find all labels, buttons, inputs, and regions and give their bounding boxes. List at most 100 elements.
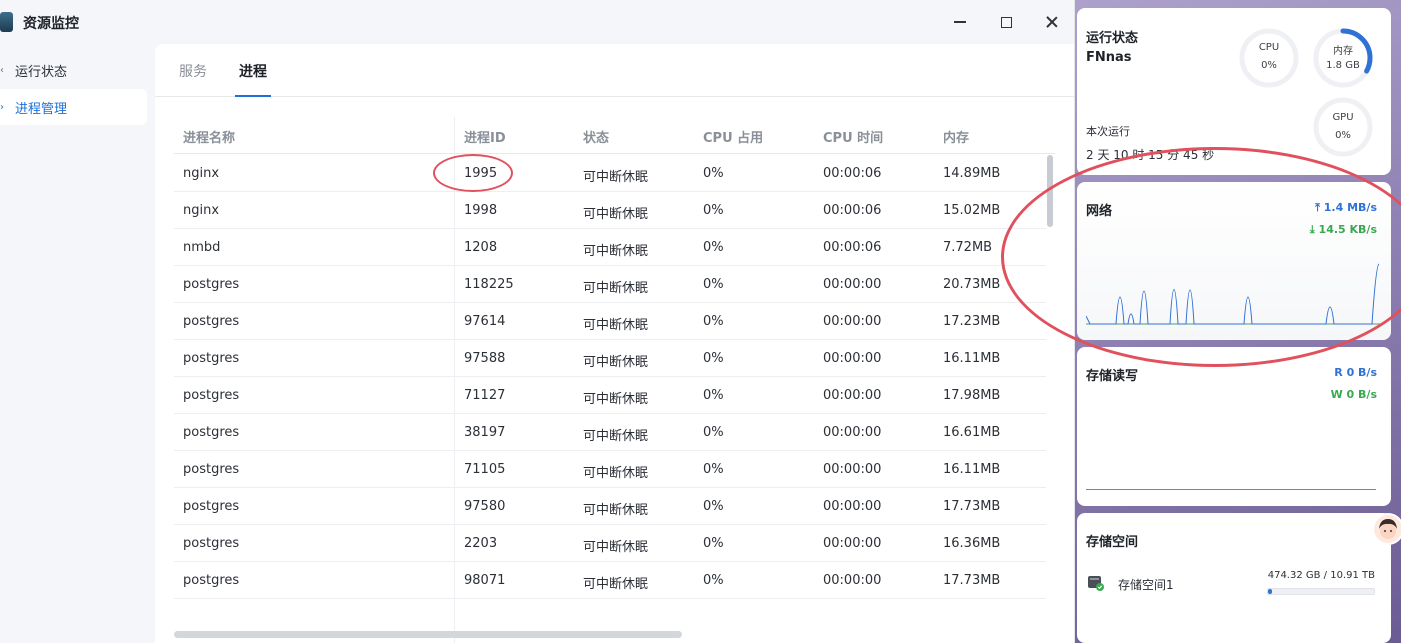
minimize-button[interactable] [946, 8, 974, 36]
network-widget-title: 网络 [1086, 204, 1113, 219]
cell-process-id: 71127 [464, 388, 506, 403]
cell-cpu-time: 00:00:00 [823, 462, 882, 477]
cell-cpu-usage: 0% [703, 203, 724, 218]
column-header-cpu[interactable]: CPU 占用 [703, 127, 763, 146]
table-row[interactable]: postgres 97580 可中断休眠 0% 00:00:00 17.73MB [174, 488, 1046, 525]
cell-process-state: 可中断休眠 [583, 392, 649, 407]
cell-process-state: 可中断休眠 [583, 170, 649, 185]
gpu-gauge [1313, 97, 1373, 157]
storage-widget[interactable]: 存储空间 存储空间1 474.32 GB / 10.91 TB [1077, 513, 1391, 643]
hostname: FNnas [1086, 50, 1132, 65]
sidebar-item-label: 运行状态 [15, 64, 68, 80]
table-row[interactable]: postgres 38197 可中断休眠 0% 00:00:00 16.61MB [174, 414, 1046, 451]
maximize-icon [1000, 16, 1012, 28]
maximize-button[interactable] [992, 8, 1020, 36]
status-icon: ‹ [0, 64, 4, 76]
table-row[interactable]: postgres 2203 可中断休眠 0% 00:00:00 16.36MB [174, 525, 1046, 562]
cell-cpu-time: 00:00:00 [823, 425, 882, 440]
memory-gauge-value: 1.8 GB [1326, 60, 1360, 71]
download-rate-value: 14.5 KB/s [1318, 223, 1377, 236]
cell-process-state: 可中断休眠 [583, 540, 649, 555]
storage-usage-fill [1268, 589, 1273, 594]
upload-rate: ⤒ 1.4 MB/s [1315, 201, 1377, 215]
cell-process-state: 可中断休眠 [583, 503, 649, 518]
cell-memory-usage: 20.73MB [943, 277, 1001, 292]
sidebar-item-processes[interactable]: › 进程管理 [0, 89, 147, 125]
assistant-avatar[interactable] [1372, 513, 1401, 545]
cell-cpu-time: 00:00:06 [823, 203, 882, 218]
sidebar-item-status[interactable]: ‹ 运行状态 [0, 52, 150, 88]
column-header-name[interactable]: 进程名称 [183, 127, 235, 146]
cell-process-state: 可中断休眠 [583, 466, 649, 481]
table-row[interactable]: nginx 1998 可中断休眠 0% 00:00:06 15.02MB [174, 192, 1046, 229]
tab-services[interactable]: 服务 [179, 61, 207, 97]
cell-cpu-usage: 0% [703, 536, 724, 551]
cell-cpu-time: 00:00:00 [823, 573, 882, 588]
cell-memory-usage: 17.98MB [943, 388, 1001, 403]
window-title: 资源监控 [23, 16, 79, 32]
cell-memory-usage: 16.36MB [943, 536, 1001, 551]
cell-process-id: 1208 [464, 240, 498, 255]
cell-process-name: postgres [183, 573, 240, 588]
horizontal-scrollbar[interactable] [174, 631, 682, 638]
column-header-memory[interactable]: 内存 [943, 127, 969, 146]
disk-io-widget[interactable]: 存储读写 R 0 B/s W 0 B/s [1077, 347, 1391, 506]
column-header-cpu-time[interactable]: CPU 时间 [823, 127, 883, 146]
storage-usage-bar [1267, 588, 1375, 595]
cell-process-id: 38197 [464, 425, 506, 440]
cell-process-name: postgres [183, 425, 240, 440]
cell-process-name: nginx [183, 203, 220, 218]
cell-memory-usage: 16.11MB [943, 351, 1001, 366]
cell-process-name: nginx [183, 166, 220, 181]
cell-memory-usage: 16.11MB [943, 462, 1001, 477]
table-row[interactable]: nmbd 1208 可中断休眠 0% 00:00:06 7.72MB [174, 229, 1046, 266]
upload-arrow-icon: ⤒ [1315, 201, 1324, 214]
cell-process-name: postgres [183, 277, 240, 292]
cell-cpu-usage: 0% [703, 425, 724, 440]
network-widget[interactable]: 网络 ⤒ 1.4 MB/s ⤓ 14.5 KB/s [1077, 182, 1391, 340]
storage-volume-name: 存储空间1 [1118, 578, 1174, 592]
disk-read-rate: R 0 B/s [1334, 366, 1377, 379]
cell-cpu-usage: 0% [703, 314, 724, 329]
table-row[interactable]: postgres 97588 可中断休眠 0% 00:00:00 16.11MB [174, 340, 1046, 377]
cell-process-id: 71105 [464, 462, 506, 477]
tab-processes[interactable]: 进程 [235, 61, 271, 97]
cell-cpu-time: 00:00:00 [823, 388, 882, 403]
process-icon: › [0, 101, 4, 113]
memory-gauge [1313, 28, 1373, 88]
table-row[interactable]: postgres 98071 可中断休眠 0% 00:00:00 17.73MB [174, 562, 1046, 599]
cell-process-name: postgres [183, 388, 240, 403]
vertical-scrollbar[interactable] [1047, 155, 1053, 227]
cell-cpu-usage: 0% [703, 240, 724, 255]
cell-process-id: 97580 [464, 499, 506, 514]
table-row[interactable]: nginx 1995 可中断休眠 0% 00:00:06 14.89MB [174, 155, 1046, 192]
table-row[interactable]: postgres 71105 可中断休眠 0% 00:00:00 16.11MB [174, 451, 1046, 488]
cell-cpu-usage: 0% [703, 166, 724, 181]
cell-cpu-usage: 0% [703, 351, 724, 366]
column-header-pid[interactable]: 进程ID [454, 117, 506, 154]
cell-process-state: 可中断休眠 [583, 244, 649, 259]
status-widget[interactable]: 运行状态 FNnas 本次运行 2 天 10 时 15 分 45 秒 CPU 0… [1077, 8, 1391, 175]
upload-traffic-line [1086, 263, 1380, 325]
cell-cpu-time: 00:00:00 [823, 499, 882, 514]
cell-process-name: postgres [183, 314, 240, 329]
disk-io-chart-baseline [1086, 489, 1376, 490]
cell-cpu-usage: 0% [703, 462, 724, 477]
cell-cpu-usage: 0% [703, 388, 724, 403]
gpu-gauge-value: 0% [1335, 130, 1351, 141]
cell-process-name: postgres [183, 499, 240, 514]
resource-monitor-window: 资源监控 ‹ 运行状态 › 进程管理 服务 进程 进程名称 进程ID 状态 CP… [0, 0, 1075, 643]
table-row[interactable]: postgres 71127 可中断休眠 0% 00:00:00 17.98MB [174, 377, 1046, 414]
cell-cpu-usage: 0% [703, 277, 724, 292]
close-button[interactable] [1038, 8, 1066, 36]
cell-cpu-time: 00:00:00 [823, 277, 882, 292]
cpu-gauge-label: CPU [1258, 42, 1280, 53]
table-row[interactable]: postgres 118225 可中断休眠 0% 00:00:00 20.73MB [174, 266, 1046, 303]
sidebar: ‹ 运行状态 › 进程管理 [0, 52, 150, 126]
table-row[interactable]: postgres 97614 可中断休眠 0% 00:00:00 17.23MB [174, 303, 1046, 340]
title-bar: 资源监控 [0, 0, 1075, 44]
cell-process-state: 可中断休眠 [583, 318, 649, 333]
column-header-state[interactable]: 状态 [583, 127, 609, 146]
cell-process-id: 98071 [464, 573, 506, 588]
tab-bar: 服务 进程 [155, 44, 1074, 97]
